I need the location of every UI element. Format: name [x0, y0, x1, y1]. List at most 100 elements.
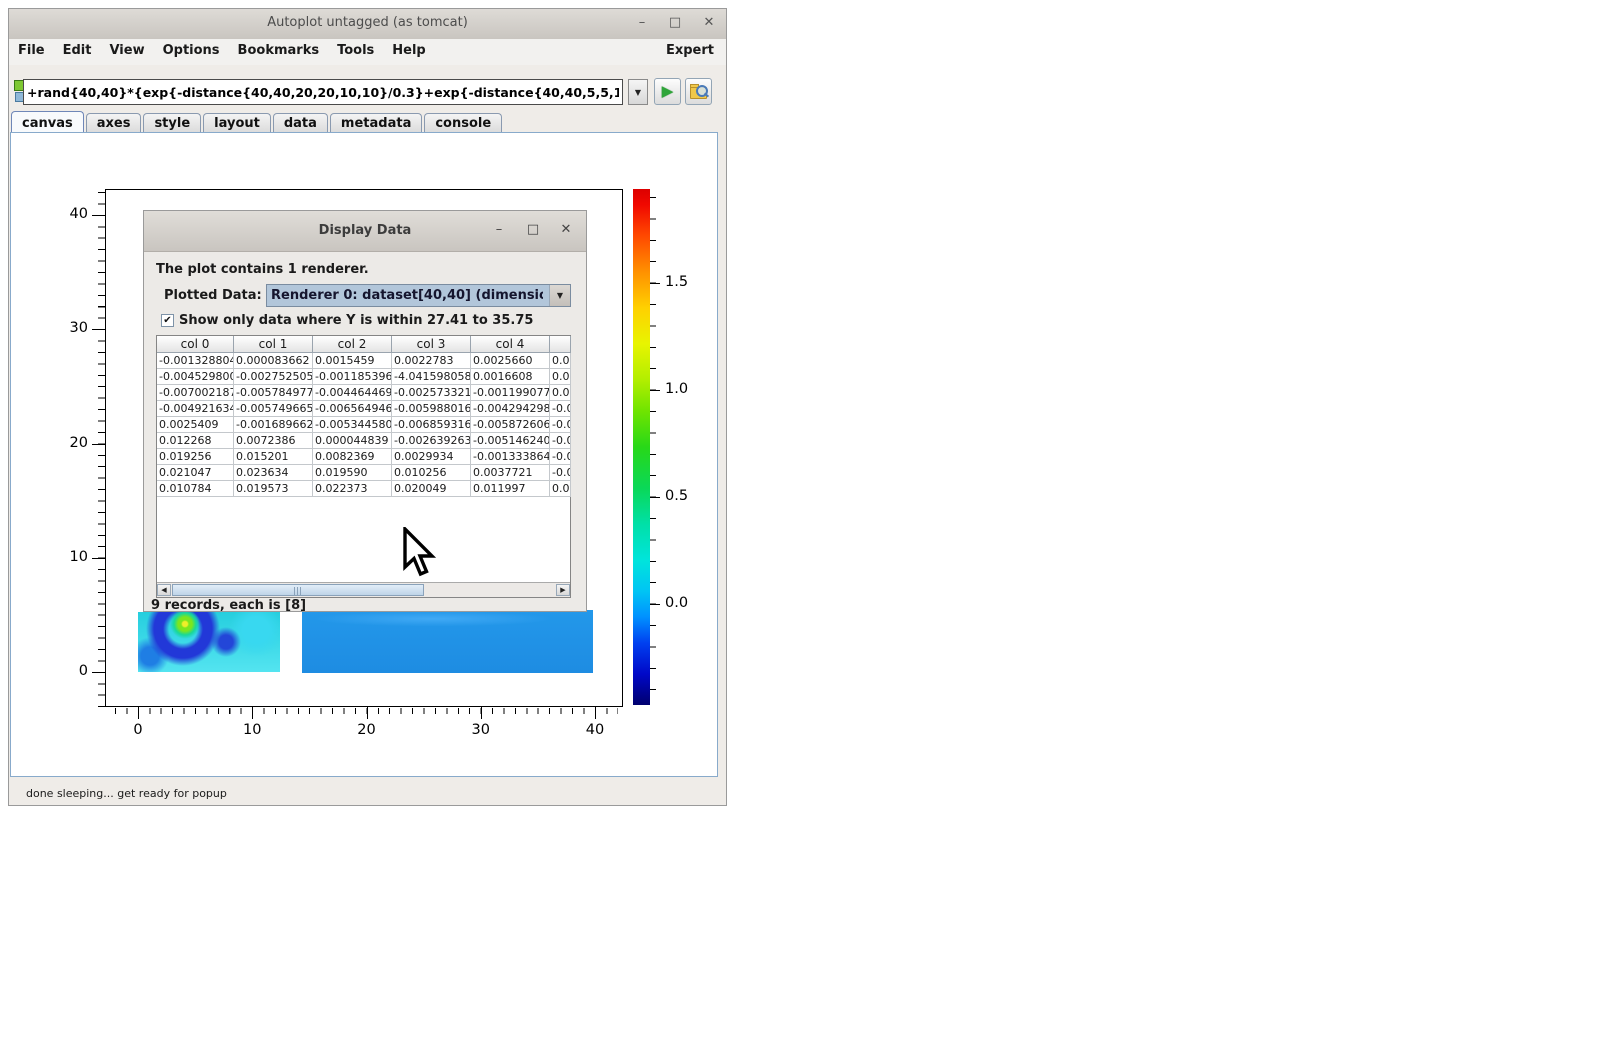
- status-bar: done sleeping... get ready for popup: [26, 787, 227, 800]
- horizontal-scrollbar[interactable]: ◀ ▶: [157, 582, 570, 597]
- tab-metadata[interactable]: metadata: [330, 113, 422, 132]
- filter-checkbox-label: Show only data where Y is within 27.41 t…: [179, 313, 533, 328]
- menu-bookmarks[interactable]: Bookmarks: [229, 39, 329, 62]
- table-cell: 0.00: [550, 369, 571, 385]
- menu-help[interactable]: Help: [383, 39, 434, 62]
- table-cell: 0.00: [550, 353, 571, 369]
- table-cell: 0.022373: [313, 481, 392, 497]
- table-cell: 0.000083662: [234, 353, 313, 369]
- chevron-down-icon: ▼: [549, 285, 570, 306]
- table-row[interactable]: 0.0107840.0195730.0223730.0200490.011997…: [157, 481, 570, 497]
- dialog-minimize-icon[interactable]: –: [488, 220, 510, 240]
- data-table[interactable]: col 0col 1col 2col 3col 4 -0.001328804..…: [156, 335, 571, 598]
- table-row[interactable]: -0.001328804...0.0000836620.00154590.002…: [157, 353, 570, 369]
- colorbar-tick-label: 1.0: [665, 381, 705, 397]
- colorbar-tick: [650, 390, 660, 391]
- menu-tools[interactable]: Tools: [328, 39, 383, 62]
- colorbar-tick: [650, 604, 660, 605]
- close-icon[interactable]: ✕: [698, 13, 720, 33]
- table-cell: 0.019256: [157, 449, 234, 465]
- plot-go-button[interactable]: ▶: [654, 78, 681, 105]
- colorbar-tick-label: 0.0: [665, 595, 705, 611]
- table-cell: -0.0: [550, 417, 571, 433]
- menu-edit[interactable]: Edit: [54, 39, 101, 62]
- scroll-right-icon[interactable]: ▶: [556, 584, 570, 596]
- table-cell: -0.005749665...: [234, 401, 313, 417]
- scroll-left-icon[interactable]: ◀: [157, 584, 171, 596]
- table-row[interactable]: -0.004529800...-0.002752505...-0.0011853…: [157, 369, 570, 385]
- table-cell: -0.001185396...: [313, 369, 392, 385]
- table-cell: -0.005784977...: [234, 385, 313, 401]
- menu-file[interactable]: File: [9, 39, 54, 62]
- table-cell: -0.004464469...: [313, 385, 392, 401]
- table-cell: -0.007002187...: [157, 385, 234, 401]
- column-header[interactable]: [550, 336, 571, 353]
- window-title: Autoplot untagged (as tomcat): [9, 15, 726, 30]
- plotted-data-label: Plotted Data:: [164, 288, 262, 303]
- table-cell: -0.005872606...: [471, 417, 550, 433]
- table-cell: -0.001333864...: [471, 449, 550, 465]
- table-cell: -0.002573321...: [392, 385, 471, 401]
- table-cell: 0.019573: [234, 481, 313, 497]
- tab-console[interactable]: console: [424, 113, 502, 132]
- x-axis-tick: [595, 707, 596, 719]
- column-header[interactable]: col 1: [234, 336, 313, 353]
- menu-options[interactable]: Options: [154, 39, 229, 62]
- table-cell: 0.010256: [392, 465, 471, 481]
- heatmap-sliver-left: [138, 612, 280, 672]
- x-axis-tick: [481, 707, 482, 719]
- table-cell: -0.0: [550, 433, 571, 449]
- table-cell: 0.00: [550, 385, 571, 401]
- inspect-uri-button[interactable]: [685, 78, 712, 105]
- menu-view[interactable]: View: [100, 39, 153, 62]
- table-row[interactable]: 0.0210470.0236340.0195900.0102560.003772…: [157, 465, 570, 481]
- table-row[interactable]: -0.007002187...-0.005784977...-0.0044644…: [157, 385, 570, 401]
- dialog-titlebar[interactable]: Display Data – □ ✕: [144, 211, 586, 252]
- y-axis-tick-label: 30: [52, 320, 88, 336]
- uri-dropdown-button[interactable]: ▼: [628, 79, 648, 105]
- tab-canvas[interactable]: canvas: [11, 111, 84, 132]
- table-row[interactable]: 0.0025409-0.001689662...-0.005344580...-…: [157, 417, 570, 433]
- records-label: 9 records, each is [8]: [151, 598, 306, 613]
- scrollbar-thumb[interactable]: [172, 584, 424, 596]
- table-cell: 0.0022783: [392, 353, 471, 369]
- dialog-maximize-icon[interactable]: □: [522, 220, 544, 240]
- table-cell: -0.004921634...: [157, 401, 234, 417]
- y-axis-tick: [92, 215, 105, 216]
- uri-input[interactable]: [23, 79, 623, 105]
- table-cell: 0.0029934: [392, 449, 471, 465]
- x-axis-tick: [367, 707, 368, 719]
- x-axis-tick-label: 30: [461, 722, 501, 738]
- table-cell: 0.021047: [157, 465, 234, 481]
- tab-data[interactable]: data: [273, 113, 328, 132]
- expert-mode-label[interactable]: Expert: [666, 43, 714, 58]
- filter-checkbox[interactable]: ✔: [161, 314, 174, 327]
- tab-axes[interactable]: axes: [86, 113, 142, 132]
- table-cell: -0.001689662...: [234, 417, 313, 433]
- table-row[interactable]: -0.004921634...-0.005749665...-0.0065649…: [157, 401, 570, 417]
- plotted-data-select[interactable]: Renderer 0: dataset[40,40] (dimension...…: [266, 284, 571, 307]
- table-cell: -0.001328804...: [157, 353, 234, 369]
- table-cell: -0.0: [550, 465, 571, 481]
- column-header[interactable]: col 0: [157, 336, 234, 353]
- dialog-close-icon[interactable]: ✕: [555, 220, 577, 240]
- table-cell: 0.0016608: [471, 369, 550, 385]
- maximize-icon[interactable]: □: [664, 13, 686, 33]
- colorbar-tick: [650, 283, 660, 284]
- table-row[interactable]: 0.0192560.0152010.00823690.0029934-0.001…: [157, 449, 570, 465]
- minimize-icon[interactable]: –: [631, 13, 653, 33]
- page: Autoplot untagged (as tomcat) – □ ✕ File…: [0, 0, 1600, 1050]
- menu-bar: FileEditViewOptionsBookmarksToolsHelp Ex…: [9, 39, 726, 66]
- column-header[interactable]: col 3: [392, 336, 471, 353]
- column-header[interactable]: col 2: [313, 336, 392, 353]
- column-header[interactable]: col 4: [471, 336, 550, 353]
- tab-layout[interactable]: layout: [203, 113, 271, 132]
- tab-style[interactable]: style: [143, 113, 201, 132]
- table-cell: -4.041598058...: [392, 369, 471, 385]
- table-row[interactable]: 0.0122680.00723860.000044839-0.002639263…: [157, 433, 570, 449]
- table-cell: 0.0072386: [234, 433, 313, 449]
- dialog-title: Display Data: [144, 223, 586, 238]
- table-cell: 0.0037721: [471, 465, 550, 481]
- mouse-cursor: [402, 527, 438, 579]
- y-axis-tick: [92, 672, 105, 673]
